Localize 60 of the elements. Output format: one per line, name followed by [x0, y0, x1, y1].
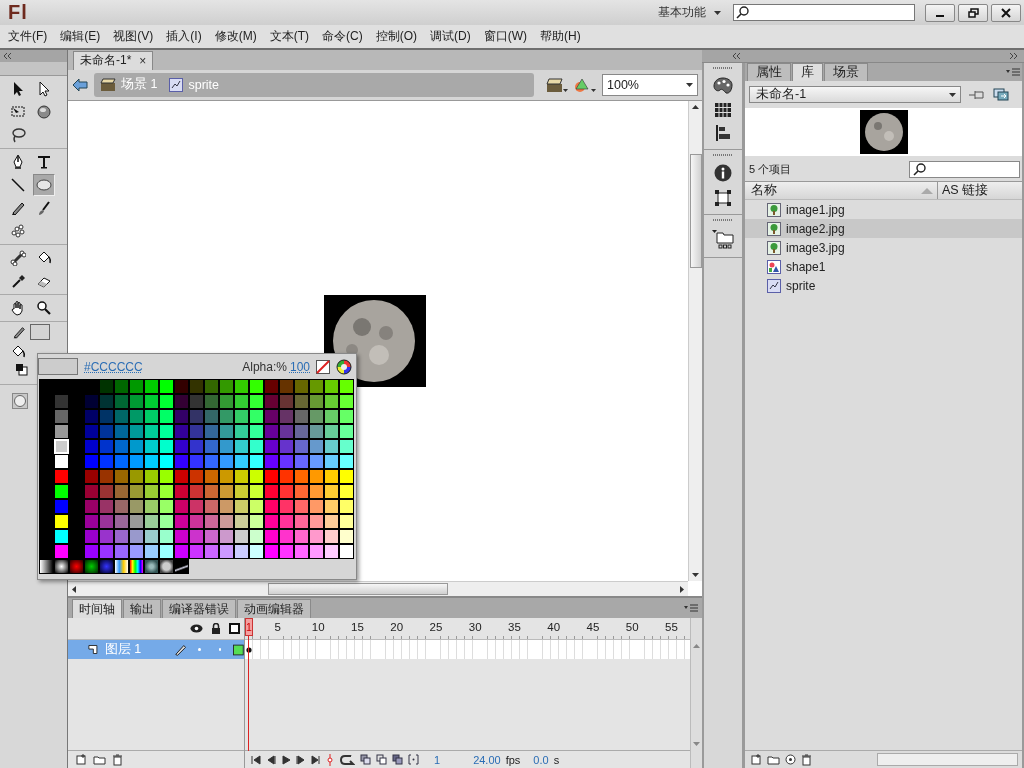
menu-item[interactable]: 命令(C)	[322, 28, 369, 45]
frame-number: 15	[351, 621, 364, 634]
panel-tab[interactable]: 场景	[824, 63, 868, 81]
menu-item[interactable]: 帮助(H)	[540, 28, 587, 45]
frame-number: 25	[429, 621, 443, 634]
elapsed-time: 0.0	[533, 753, 549, 766]
library-dropdown[interactable]: 未命名-1	[749, 86, 961, 103]
menu-item[interactable]: 视图(V)	[113, 28, 160, 45]
library-item[interactable]: image1.jpg	[745, 200, 1022, 219]
document-tab[interactable]: 未命名-1* ×	[73, 50, 154, 70]
menu-item[interactable]: 调试(D)	[430, 28, 477, 45]
menu-item[interactable]: 编辑(E)	[60, 28, 107, 45]
panel-tab[interactable]: 属性	[747, 63, 791, 81]
frame-number: 50	[625, 621, 639, 634]
panel-tab[interactable]: 时间轴	[72, 599, 122, 619]
frame-number: 20	[390, 621, 404, 634]
tab-close-button[interactable]: ×	[139, 53, 147, 68]
menu-item[interactable]: 修改(M)	[214, 28, 263, 45]
library-item[interactable]: sprite	[745, 276, 1022, 295]
zoom-value: 100%	[607, 77, 639, 92]
library-item[interactable]: shape1	[745, 257, 1022, 276]
zoom-dropdown[interactable]: 100%	[602, 73, 698, 96]
library-name: 未命名-1	[756, 86, 807, 103]
item-name: shape1	[786, 259, 826, 274]
column-header[interactable]: AS 链接	[937, 182, 1022, 199]
menu-item[interactable]: 窗口(W)	[483, 28, 533, 45]
menu-item[interactable]: 控制(O)	[375, 28, 423, 45]
workspace-label[interactable]: 基本功能	[658, 4, 706, 21]
frame-number: 55	[665, 621, 678, 634]
item-name: image2.jpg	[786, 221, 845, 236]
frame-number: 45	[586, 621, 600, 634]
library-item[interactable]: image3.jpg	[745, 238, 1022, 257]
current-frame: 1	[434, 753, 441, 766]
menu-item[interactable]: 文件(F)	[8, 28, 54, 45]
frame-number: 30	[468, 621, 482, 634]
column-header[interactable]: 名称	[745, 182, 921, 199]
time-unit: s	[553, 753, 560, 766]
frame-number: 10	[311, 621, 325, 634]
library-item[interactable]: image2.jpg	[745, 219, 1022, 238]
frame-number: 40	[547, 621, 561, 634]
frame-rate[interactable]: 24.00	[473, 753, 501, 766]
panel-tab[interactable]: 动画编辑器	[237, 599, 311, 619]
item-name: image1.jpg	[786, 202, 845, 217]
alpha-label: Alpha:%	[242, 359, 287, 374]
menu-item[interactable]: 文本(T)	[269, 28, 315, 45]
panel-tab[interactable]: 编译器错误	[162, 599, 236, 619]
frame-number: 5	[274, 621, 281, 634]
panel-tab[interactable]: 库	[792, 63, 823, 81]
panel-tab[interactable]: 输出	[123, 599, 161, 619]
hex-color-value[interactable]: #CCCCCC	[84, 359, 143, 374]
item-count: 5 个项目	[749, 162, 792, 177]
layer-name: 图层 1	[104, 641, 143, 659]
item-name: image3.jpg	[786, 240, 845, 255]
item-name: sprite	[786, 278, 816, 293]
frame-number: 35	[508, 621, 521, 634]
app-logo: Fl	[8, 1, 28, 24]
alpha-value[interactable]: 100	[289, 359, 310, 374]
menu-item[interactable]: 插入(I)	[166, 28, 208, 45]
fps-unit: fps	[505, 753, 521, 766]
document-title: 未命名-1*	[80, 52, 132, 70]
